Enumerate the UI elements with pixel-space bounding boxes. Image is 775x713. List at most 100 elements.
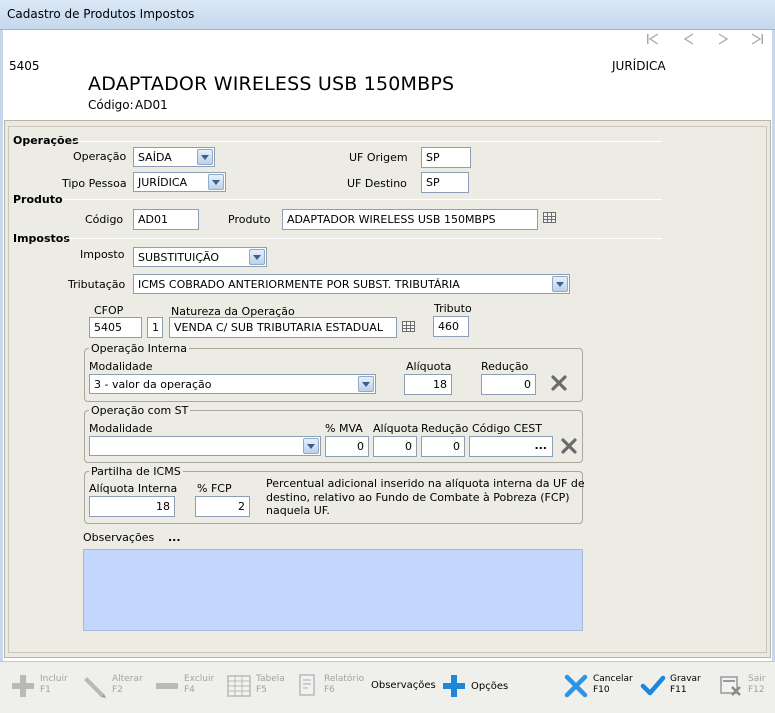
cancel-x-icon — [564, 674, 588, 698]
st-mva-input[interactable]: 0 — [325, 436, 369, 457]
incluir-key: F1 — [40, 685, 51, 695]
section-operacoes: Operações — [13, 134, 79, 147]
st-modalidade-select[interactable] — [89, 436, 321, 456]
imposto-value: SUBSTITUIÇÃO — [138, 251, 220, 264]
oi-aliquota-label: Alíquota — [406, 360, 452, 373]
st-cest-input[interactable]: ... — [469, 436, 553, 457]
person-type: JURÍDICA — [612, 59, 666, 73]
gravar-label: Gravar — [670, 674, 701, 684]
tabela-label: Tabela — [256, 674, 285, 684]
chevron-down-icon[interactable] — [303, 438, 319, 454]
produto-input[interactable]: ADAPTADOR WIRELESS USB 150MBPS — [282, 209, 538, 230]
sair-label: Sair — [748, 674, 766, 684]
tipo-pessoa-select[interactable]: JURÍDICA — [133, 172, 226, 192]
operacao-label: Operação — [73, 150, 127, 163]
relatorio-label: Relatório — [324, 674, 365, 684]
imposto-label: Imposto — [80, 248, 125, 261]
oi-modalidade-value: 3 - valor da operação — [94, 378, 212, 391]
st-aliquota-input[interactable]: 0 — [373, 436, 417, 457]
alterar-label: Alterar — [112, 674, 143, 684]
fcp-label: % FCP — [197, 482, 232, 495]
opcoes-label: Opções — [471, 681, 509, 692]
fcp-input[interactable]: 2 — [195, 496, 250, 517]
tributo-input[interactable]: 460 — [433, 316, 469, 337]
plus-icon — [12, 675, 34, 697]
section-impostos: Impostos — [13, 232, 70, 245]
next-record-icon[interactable] — [716, 33, 730, 47]
tipo-pessoa-label: Tipo Pessoa — [62, 177, 127, 190]
pencil-icon — [84, 677, 106, 698]
oi-reducao-label: Redução — [481, 360, 529, 373]
product-title: ADAPTADOR WIRELESS USB 150MBPS — [88, 73, 455, 95]
last-record-icon[interactable] — [750, 33, 764, 47]
st-cest-browse-button[interactable]: ... — [534, 439, 547, 452]
st-modalidade-label: Modalidade — [89, 422, 153, 435]
tributo-label: Tributo — [434, 302, 472, 315]
chevron-down-icon[interactable] — [552, 276, 568, 292]
imposto-select[interactable]: SUBSTITUIÇÃO — [133, 247, 267, 267]
operacao-value: SAÍDA — [138, 151, 172, 164]
produto-label: Produto — [228, 213, 271, 226]
aliquota-interna-input[interactable]: 18 — [89, 496, 175, 517]
chevron-down-icon[interactable] — [358, 376, 374, 392]
observacoes-button[interactable]: Observações — [371, 680, 436, 710]
observacoes-textarea[interactable] — [83, 549, 583, 631]
cfop-input[interactable]: 5405 — [89, 317, 142, 338]
tributacao-select[interactable]: ICMS COBRADO ANTERIORMENTE POR SUBST. TR… — [133, 274, 570, 294]
separator — [66, 238, 662, 239]
window-titlebar: Cadastro de Produtos Impostos — [0, 0, 775, 30]
oi-aliquota-input[interactable]: 18 — [404, 374, 452, 395]
plus-icon — [443, 675, 465, 697]
tipo-pessoa-value: JURÍDICA — [138, 176, 188, 189]
fcp-note-line: naquela UF. — [266, 504, 330, 517]
tributacao-label: Tributação — [68, 278, 126, 291]
prev-record-icon[interactable] — [682, 33, 696, 47]
excluir-label: Excluir — [184, 674, 215, 684]
separator — [63, 199, 662, 200]
operacao-st-title: Operação com ST — [89, 404, 191, 417]
report-icon — [299, 674, 315, 696]
observacoes-toolbar-label: Observações — [371, 680, 436, 691]
uf-destino-input[interactable]: SP — [421, 172, 469, 193]
separator — [74, 141, 662, 142]
exit-icon — [720, 676, 741, 696]
fcp-note: Percentual adicional inserido na alíquot… — [266, 477, 585, 518]
clear-icon[interactable] — [561, 438, 577, 454]
chevron-down-icon[interactable] — [249, 249, 265, 265]
oi-modalidade-select[interactable]: 3 - valor da operação — [89, 374, 376, 394]
st-reducao-label: Redução — [421, 422, 469, 435]
first-record-icon[interactable] — [646, 33, 660, 47]
aliquota-interna-label: Alíquota Interna — [89, 482, 178, 495]
record-code: 5405 — [9, 59, 40, 73]
cfop-label: CFOP — [94, 304, 124, 317]
uf-origem-label: UF Origem — [349, 151, 408, 164]
table-icon — [227, 675, 251, 697]
st-reducao-input[interactable]: 0 — [421, 436, 465, 457]
product-code-label: Código: — [88, 98, 134, 112]
fcp-note-line: Percentual adicional inserido na alíquot… — [266, 477, 585, 490]
operacao-interna-title: Operação Interna — [89, 342, 190, 355]
alterar-key: F2 — [112, 685, 123, 695]
sair-key: F12 — [748, 685, 765, 695]
observacoes-more-button[interactable]: ... — [168, 531, 181, 544]
natureza-input[interactable]: VENDA C/ SUB TRIBUTARIA ESTADUAL — [169, 317, 397, 338]
clear-icon[interactable] — [551, 375, 567, 391]
chevron-down-icon[interactable] — [197, 149, 213, 165]
st-mva-label: % MVA — [325, 422, 363, 435]
cancelar-key: F10 — [593, 685, 610, 695]
oi-reducao-input[interactable]: 0 — [481, 374, 536, 395]
st-aliquota-label: Alíquota — [373, 422, 419, 435]
chevron-down-icon[interactable] — [208, 174, 224, 190]
lookup-table-icon[interactable] — [543, 212, 556, 223]
window-title: Cadastro de Produtos Impostos — [7, 7, 195, 21]
operacao-select[interactable]: SAÍDA — [133, 147, 215, 167]
codigo-input[interactable]: AD01 — [133, 209, 199, 230]
lookup-table-icon[interactable] — [402, 321, 415, 332]
cfop-seq-input[interactable]: 1 — [147, 317, 163, 338]
codigo-label: Código — [85, 213, 124, 226]
uf-origem-input[interactable]: SP — [421, 147, 471, 168]
oi-modalidade-label: Modalidade — [89, 360, 153, 373]
tributacao-value: ICMS COBRADO ANTERIORMENTE POR SUBST. TR… — [138, 278, 460, 291]
incluir-label: Incluir — [40, 674, 68, 684]
gravar-key: F11 — [670, 685, 687, 695]
